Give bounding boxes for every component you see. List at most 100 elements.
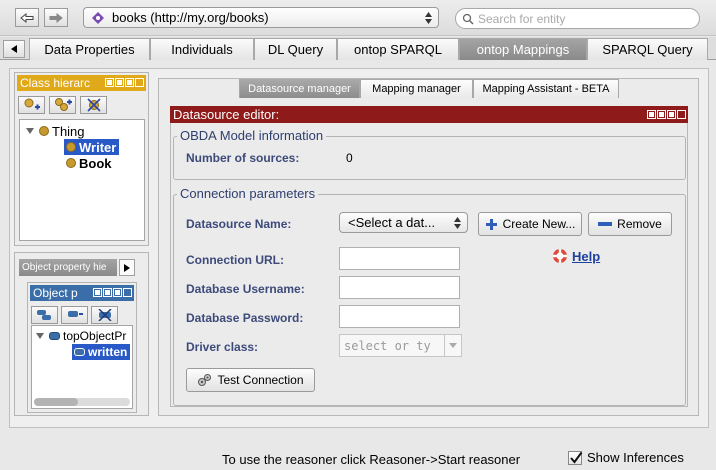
driver-class-label: Driver class: (186, 340, 259, 354)
number-of-sources-label: Number of sources: (186, 151, 300, 165)
more-tabs-button[interactable] (119, 259, 135, 276)
scrollbar-thumb[interactable] (34, 398, 78, 406)
ontology-selector[interactable]: books (http://my.org/books) (83, 7, 439, 28)
expand-triangle-icon[interactable] (36, 333, 44, 339)
tab-ontop-mappings[interactable]: ontop Mappings (459, 38, 587, 60)
updown-arrows-icon (425, 12, 432, 24)
class-toolbar (15, 93, 148, 117)
maximize-icon[interactable] (667, 110, 676, 119)
tab-data-properties[interactable]: Data Properties (29, 38, 150, 60)
close-icon[interactable] (135, 78, 144, 87)
connection-url-field[interactable] (339, 247, 460, 270)
ontology-label: books (http://my.org/books) (112, 10, 269, 25)
maximize-icon[interactable] (113, 288, 122, 297)
back-arrow-icon (20, 12, 34, 23)
driver-class-placeholder: select or ty (344, 338, 431, 353)
class-icon (39, 126, 49, 136)
add-subclass-button[interactable] (18, 96, 45, 114)
back-button[interactable] (15, 8, 39, 27)
panel-window-buttons (105, 78, 144, 87)
search-icon (462, 13, 474, 25)
tree-item-thing[interactable]: Thing (26, 123, 85, 139)
tab-dl-query[interactable]: DL Query (254, 38, 337, 60)
class-hierarchy-header: Class hierarc (17, 75, 146, 91)
restore-icon[interactable] (115, 78, 124, 87)
tab-individuals[interactable]: Individuals (150, 38, 254, 60)
tab-sparql-query[interactable]: SPARQL Query (587, 38, 708, 60)
driver-class-dropdown[interactable] (444, 335, 461, 356)
close-icon[interactable] (677, 110, 686, 119)
chevron-left-icon (11, 45, 17, 53)
tab-scroll-left-button[interactable] (3, 40, 25, 58)
tree-item-writer[interactable]: Writer (64, 139, 120, 155)
minimize-icon[interactable] (647, 110, 656, 119)
forward-button[interactable] (44, 8, 68, 27)
panel-window-buttons (647, 110, 686, 119)
add-sibling-property-button[interactable] (61, 306, 88, 324)
datasource-name-label: Datasource Name: (186, 217, 292, 231)
tree-item-label: Thing (52, 123, 85, 139)
delete-property-button[interactable] (91, 306, 118, 324)
class-hierarchy-panel: Class hierarc Thing Writer Book (14, 72, 149, 246)
object-property-header: Object p (30, 285, 134, 301)
class-icon (66, 142, 76, 152)
create-new-label: Create New... (502, 217, 576, 231)
object-property-title: Object p (33, 286, 78, 300)
subtab-mapping-assistant[interactable]: Mapping Assistant - BETA (473, 79, 619, 98)
reasoner-status-message: To use the reasoner click Reasoner->Star… (222, 452, 521, 467)
create-new-button[interactable]: Create New... (478, 212, 582, 236)
tree-item-label: written (88, 345, 128, 359)
subtab-datasource-manager[interactable]: Datasource manager (239, 79, 360, 98)
show-inferences-toggle[interactable]: Show Inferences (568, 450, 684, 465)
remove-button[interactable]: Remove (588, 212, 672, 236)
updown-arrows-icon (454, 217, 461, 229)
add-sub-property-button[interactable] (31, 306, 58, 324)
object-property-tab[interactable]: Object property hie (19, 259, 117, 276)
restore-icon[interactable] (103, 288, 112, 297)
class-icon (66, 158, 76, 168)
tree-item-label: Writer (79, 139, 117, 155)
connection-parameters-group-title: Connection parameters (177, 186, 319, 201)
add-sibling-property-icon (67, 311, 83, 317)
object-property-icon (49, 332, 60, 340)
add-sibling-button[interactable] (49, 96, 76, 114)
object-property-panel: Object property hie Object p topObjectPr… (14, 252, 149, 416)
maximize-icon[interactable] (125, 78, 134, 87)
show-inferences-label: Show Inferences (587, 450, 684, 465)
minimize-icon[interactable] (105, 78, 114, 87)
expand-triangle-icon[interactable] (26, 128, 34, 134)
main-toolbar: books (http://my.org/books) (0, 0, 716, 36)
tree-item-written[interactable]: written (72, 344, 131, 360)
driver-class-combo[interactable]: select or ty (339, 334, 462, 357)
class-hierarchy-title: Class hierarc (20, 76, 91, 90)
tree-item-book[interactable]: Book (66, 155, 112, 171)
show-inferences-checkbox[interactable] (568, 450, 583, 465)
tab-ontop-sparql[interactable]: ontop SPARQL (337, 38, 459, 60)
help-link[interactable]: Help (552, 248, 600, 264)
checkmark-icon (570, 451, 583, 464)
restore-icon[interactable] (657, 110, 666, 119)
database-username-field[interactable] (339, 276, 460, 299)
horizontal-scrollbar[interactable] (34, 398, 130, 406)
chevron-right-icon (124, 263, 130, 272)
minimize-icon[interactable] (93, 288, 102, 297)
test-connection-label: Test Connection (217, 373, 304, 387)
delete-class-button[interactable] (80, 96, 107, 114)
close-icon[interactable] (123, 288, 132, 297)
search-input[interactable] (478, 11, 678, 26)
datasource-editor-header: Datasource editor: (170, 106, 688, 123)
delete-property-icon (97, 309, 112, 321)
add-sibling-icon (54, 98, 72, 111)
tree-item-top-object-property[interactable]: topObjectPr (36, 328, 126, 344)
database-password-label: Database Password: (186, 311, 304, 325)
entity-search[interactable] (455, 8, 700, 29)
chevron-down-icon (449, 343, 457, 348)
tree-item-label: Book (79, 155, 112, 171)
test-connection-button[interactable]: Test Connection (186, 368, 315, 392)
object-property-subpanel: Object p topObjectPr written (27, 282, 137, 413)
subtab-mapping-manager[interactable]: Mapping manager (360, 79, 473, 98)
datasource-editor-title: Datasource editor: (173, 107, 280, 122)
database-password-field[interactable] (339, 305, 460, 328)
panel-window-buttons (93, 288, 132, 297)
datasource-name-select[interactable]: <Select a dat... (339, 212, 468, 233)
